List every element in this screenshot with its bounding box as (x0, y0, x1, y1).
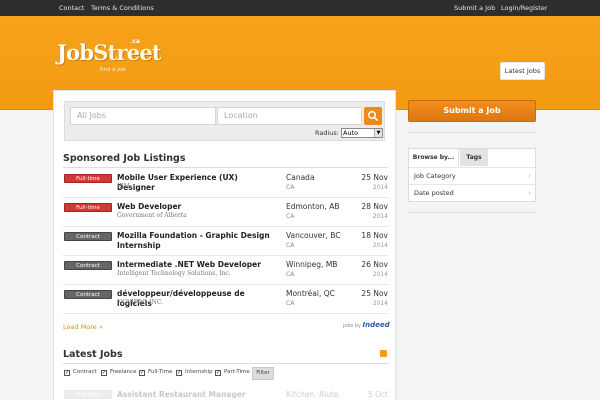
job-location: Vancouver, BC (286, 231, 341, 240)
contact-link[interactable]: Contact (59, 0, 84, 16)
job-company: NOVIPRO INC. (117, 299, 164, 306)
logo-ca: .ca (130, 38, 140, 45)
job-type-badge: Contract (64, 261, 112, 270)
filter-label: Contract (73, 369, 97, 375)
keyword-input[interactable]: All Jobs (70, 107, 216, 125)
logo-street-text: Street (93, 40, 161, 65)
job-year: 2014 (372, 242, 388, 249)
job-type-badge: Contract (64, 290, 112, 299)
filter-checkbox-full-time[interactable]: ✓ (139, 370, 145, 376)
sponsored-title: Sponsored Job Listings (63, 153, 186, 164)
job-date: 18 Nov (361, 231, 388, 240)
job-company: IBM (117, 183, 130, 190)
job-date: 28 Nov (361, 202, 388, 211)
login-register-link[interactable]: Login/Register (501, 0, 548, 16)
location-input[interactable]: Location (217, 107, 362, 125)
job-location: Edmonton, AB (286, 202, 340, 211)
chevron-right-icon: › (528, 189, 531, 197)
rss-icon[interactable] (380, 350, 387, 357)
job-row[interactable]: Contract Mozilla Foundation - Graphic De… (63, 227, 388, 256)
browse-panel: Browse by... Tags Job Category › Date po… (408, 148, 536, 202)
submit-job-button[interactable]: Submit a Job (408, 100, 536, 122)
load-more-link[interactable]: Load More » (63, 323, 103, 331)
job-location: Winnipeg, MB (286, 260, 338, 269)
job-year: 2014 (372, 271, 388, 278)
sidebar-item-label: Date posted (414, 189, 454, 197)
job-date: 5 Oct (367, 390, 388, 399)
job-title[interactable]: Mozilla Foundation - Graphic Design Inte… (117, 231, 277, 250)
job-type-badge: Full-time (64, 390, 112, 399)
filter-label: Freelance (110, 369, 137, 375)
filter-checkbox-contract[interactable]: ✓ (64, 370, 70, 376)
divider (408, 212, 536, 213)
job-year: 2014 (372, 213, 388, 220)
latest-jobs-button[interactable]: Latest Jobs (500, 62, 545, 80)
tab-tags[interactable]: Tags (460, 149, 488, 166)
filter-checkbox-part-time[interactable]: ✓ (215, 370, 221, 376)
divider (63, 363, 388, 364)
job-location: Canada (286, 173, 315, 182)
filter-checkbox-freelance[interactable]: ✓ (101, 370, 107, 376)
job-country: CA (286, 242, 295, 249)
logo-text: JobStreet (57, 40, 162, 65)
job-date: 25 Nov (361, 289, 388, 298)
filter-label: Internship (185, 369, 213, 375)
radius-select[interactable]: Auto ▼ (341, 128, 383, 138)
job-country: CA (286, 184, 295, 191)
filter-button[interactable]: Filter (252, 367, 274, 380)
job-row[interactable]: Full-time Assistant Restaurant Manager K… (63, 389, 388, 400)
job-year: 2014 (372, 184, 388, 191)
search-button[interactable] (364, 107, 382, 125)
sidebar-item-label: Job Category (414, 172, 456, 180)
divider (63, 167, 388, 168)
top-nav-bar: Contact Terms & Conditions Submit a Job … (0, 0, 600, 16)
divider (408, 132, 536, 133)
job-row[interactable]: Contract développeur/développeuse de log… (63, 285, 388, 314)
job-country: CA (286, 271, 295, 278)
job-type-badge: Contract (64, 232, 112, 241)
job-title[interactable]: Mobile User Experience (UX) Designer (117, 173, 277, 192)
job-date: 26 Nov (361, 260, 388, 269)
filter-checkbox-internship[interactable]: ✓ (176, 370, 182, 376)
main-panel: All Jobs Location Radius: Auto ▼ Sponsor… (53, 90, 396, 400)
radius-value: Auto (343, 129, 359, 137)
search-icon (367, 110, 379, 122)
job-location: Kitchen, Alute (286, 390, 339, 399)
terms-link[interactable]: Terms & Conditions (91, 0, 154, 16)
job-type-filters: ✓ Contract ✓ Freelance ✓ Full-Time ✓ Int… (63, 367, 388, 381)
job-type-badge: Full-time (64, 203, 112, 212)
submit-job-link[interactable]: Submit a Job (454, 0, 495, 16)
job-title[interactable]: Intermediate .NET Web Developer (117, 260, 277, 270)
job-date: 25 Nov (361, 173, 388, 182)
job-year: 2014 (372, 300, 388, 307)
radius-label: Radius: (315, 129, 339, 137)
chevron-right-icon: › (528, 172, 531, 180)
job-company: Intelligent Technology Solutions, Inc. (117, 270, 231, 277)
indeed-logo: Indeed (362, 321, 390, 329)
logo-tagline: find a job (100, 67, 126, 73)
job-title[interactable]: Assistant Restaurant Manager (117, 390, 277, 400)
jobs-by-indeed[interactable]: jobs by Indeed (343, 321, 390, 329)
latest-jobs-title: Latest Jobs (63, 349, 123, 360)
jobs-by-label: jobs by (343, 323, 361, 329)
chevron-down-icon: ▼ (374, 129, 382, 137)
job-title[interactable]: Web Developer (117, 202, 277, 212)
job-type-badge: Full-time (64, 174, 112, 183)
sidebar-item-job-category[interactable]: Job Category › (409, 167, 535, 184)
site-logo[interactable]: JobStreet .ca find a job (57, 38, 162, 80)
job-company: Government of Alberta (117, 212, 187, 219)
sidebar-item-date-posted[interactable]: Date posted › (409, 184, 535, 201)
search-bar: All Jobs Location Radius: Auto ▼ (64, 101, 385, 141)
job-country: CA (286, 300, 295, 307)
filter-label: Part-Time (224, 369, 250, 375)
tab-browse-by[interactable]: Browse by... (409, 149, 459, 166)
job-row[interactable]: Contract Intermediate .NET Web Developer… (63, 256, 388, 285)
logo-job-text: Job (57, 40, 94, 65)
job-row[interactable]: Full-time Web Developer Government of Al… (63, 198, 388, 227)
filter-label: Full-Time (148, 369, 173, 375)
job-row[interactable]: Full-time Mobile User Experience (UX) De… (63, 169, 388, 198)
job-location: Montréal, QC (286, 289, 335, 298)
job-country: CA (286, 213, 295, 220)
